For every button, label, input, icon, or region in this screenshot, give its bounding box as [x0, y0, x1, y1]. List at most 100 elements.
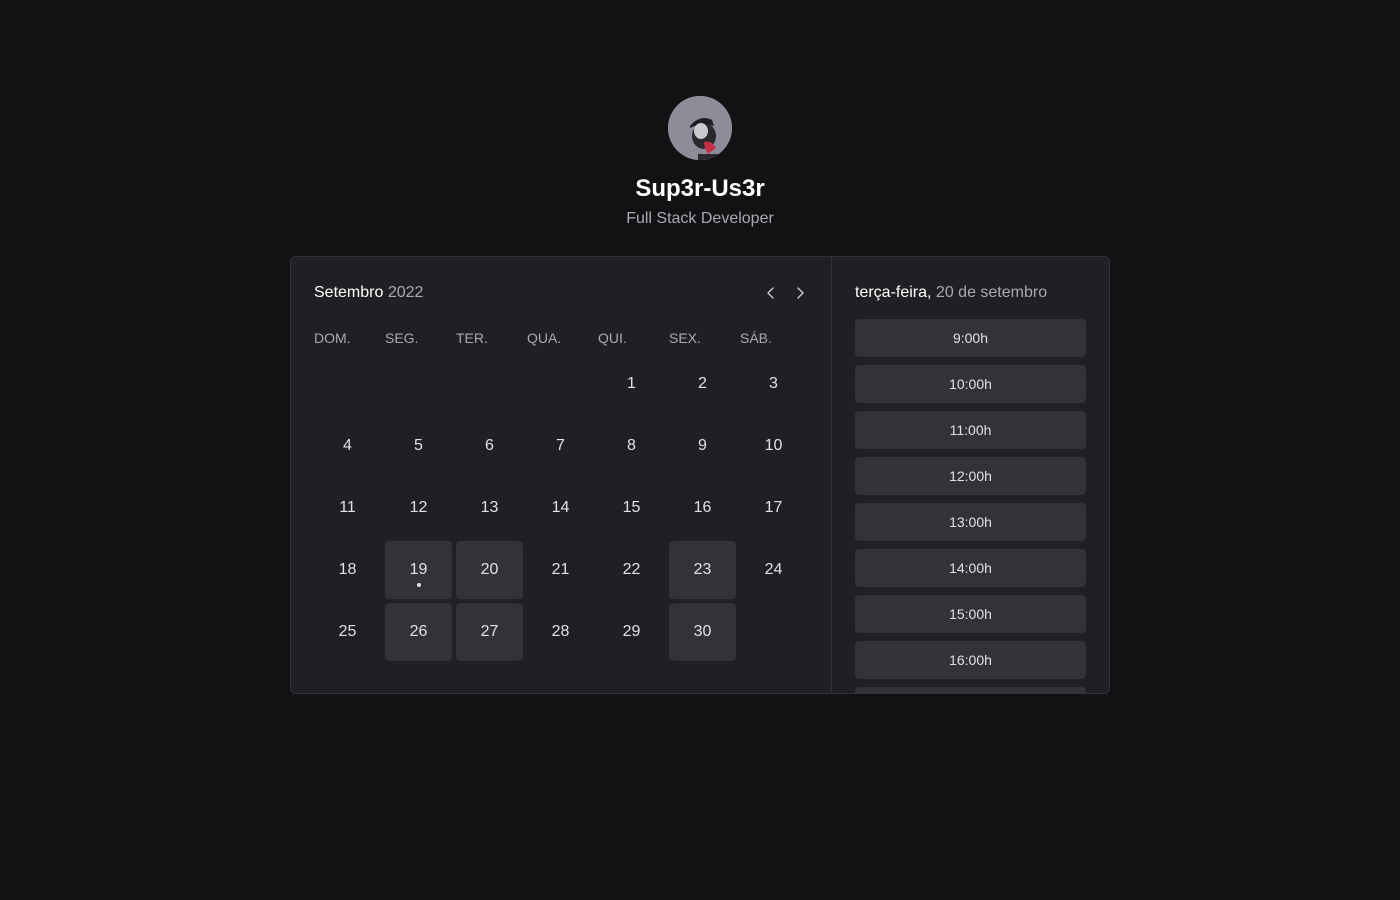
calendar-day: 28 [527, 603, 594, 661]
day-number: 13 [480, 499, 499, 516]
calendar-day: 22 [598, 541, 665, 599]
calendar-cell: 20 [456, 541, 523, 599]
time-slot-button[interactable]: 15:00h [855, 595, 1086, 633]
user-name: Sup3r-Us3r [635, 175, 765, 202]
calendar-day: 12 [385, 479, 452, 537]
calendar-cell-empty [527, 355, 594, 413]
calendar-week: 4 5 6 7 8 9 10 [314, 417, 807, 475]
day-number: 17 [764, 499, 783, 516]
day-number: 4 [343, 437, 352, 454]
calendar-day: 2 [669, 355, 736, 413]
calendar-cell: 16 [669, 479, 736, 537]
day-number: 16 [693, 499, 712, 516]
calendar-day: 17 [740, 479, 807, 537]
day-number: 8 [627, 437, 636, 454]
day-number: 29 [622, 623, 641, 640]
calendar-day: 4 [314, 417, 381, 475]
time-slot-button[interactable]: 10:00h [855, 365, 1086, 403]
scheduler-panel: Setembro 2022 DOM. SEG. TER. QUA. QUI. SEX. SÁ [290, 256, 1110, 694]
calendar-day: 14 [527, 479, 594, 537]
calendar-day-available[interactable]: 30 [669, 603, 736, 661]
day-number: 3 [769, 375, 778, 392]
calendar-cell: 30 [669, 603, 736, 661]
calendar-week: 25 26 27 28 29 30 [314, 603, 807, 661]
calendar-day-available[interactable]: 20 [456, 541, 523, 599]
day-number: 25 [338, 623, 357, 640]
calendar-cell: 17 [740, 479, 807, 537]
calendar-cell: 15 [598, 479, 665, 537]
calendar-day: 18 [314, 541, 381, 599]
weekday-label: QUA. [527, 330, 562, 346]
time-slot-list: 9:00h 10:00h 11:00h 12:00h 13:00h 14:00h 15:00… [855, 319, 1086, 693]
calendar-cell: 8 [598, 417, 665, 475]
calendar-cell: 18 [314, 541, 381, 599]
calendar-day: 24 [740, 541, 807, 599]
calendar-day-available[interactable]: 27 [456, 603, 523, 661]
day-number: 23 [693, 561, 712, 578]
day-number: 12 [409, 499, 428, 516]
calendar-day: 7 [527, 417, 594, 475]
weekday-label: TER. [456, 330, 488, 346]
day-number: 14 [551, 499, 570, 516]
calendar-day: 13 [456, 479, 523, 537]
calendar-day-available[interactable]: 23 [669, 541, 736, 599]
calendar-cell-empty [740, 603, 807, 661]
calendar-week: 11 12 13 14 15 16 17 [314, 479, 807, 537]
calendar-cell: 9 [669, 417, 736, 475]
day-number: 7 [556, 437, 565, 454]
calendar-cell: 26 [385, 603, 452, 661]
calendar-cell: 3 [740, 355, 807, 413]
day-number: 10 [764, 437, 783, 454]
day-number: 21 [551, 561, 570, 578]
calendar-weeks: 1 2 3 4 5 6 7 8 9 10 11 12 13 14 15 16 17 18 19 20 21 22 23 24 2… [314, 355, 807, 661]
calendar-day: 8 [598, 417, 665, 475]
calendar-day: 25 [314, 603, 381, 661]
day-number: 27 [480, 623, 499, 640]
calendar-cell: 19 [385, 541, 452, 599]
calendar-day: 16 [669, 479, 736, 537]
day-number: 15 [622, 499, 641, 516]
today-indicator-dot [416, 583, 421, 587]
time-slot-button[interactable] [855, 687, 1086, 693]
calendar-cell-empty [385, 355, 452, 413]
selected-weekday: terça-feira, [855, 284, 932, 301]
day-number: 18 [338, 561, 357, 578]
time-slot-button[interactable]: 13:00h [855, 503, 1086, 541]
day-number: 30 [693, 623, 712, 640]
time-slot-button[interactable]: 14:00h [855, 549, 1086, 587]
previous-month-button[interactable] [762, 281, 779, 305]
calendar-day: 29 [598, 603, 665, 661]
calendar-cell: 5 [385, 417, 452, 475]
day-number: 22 [622, 561, 641, 578]
day-number: 9 [698, 437, 707, 454]
calendar-day: 11 [314, 479, 381, 537]
day-number: 28 [551, 623, 570, 640]
calendar-day-available[interactable]: 26 [385, 603, 452, 661]
calendar-cell: 7 [527, 417, 594, 475]
calendar: Setembro 2022 DOM. SEG. TER. QUA. QUI. SEX. SÁ [291, 257, 831, 693]
time-slot-button[interactable]: 16:00h [855, 641, 1086, 679]
calendar-month: Setembro [314, 284, 384, 301]
time-slot-button[interactable]: 11:00h [855, 411, 1086, 449]
calendar-day: 10 [740, 417, 807, 475]
time-slot-button[interactable]: 9:00h [855, 319, 1086, 357]
calendar-grid: DOM. SEG. TER. QUA. QUI. SEX. SÁB. 1 2 3 4 5 6 7 8 9 10… [310, 321, 811, 665]
day-number: 2 [698, 375, 707, 392]
calendar-cell: 12 [385, 479, 452, 537]
calendar-year: 2022 [387, 284, 424, 301]
weekday-row: DOM. SEG. TER. QUA. QUI. SEX. SÁB. [314, 325, 807, 351]
time-slot-button[interactable]: 12:00h [855, 457, 1086, 495]
calendar-cell: 28 [527, 603, 594, 661]
calendar-day: 21 [527, 541, 594, 599]
day-number: 11 [339, 499, 356, 516]
next-month-button[interactable] [791, 281, 808, 305]
calendar-cell: 22 [598, 541, 665, 599]
selected-date-header: terça-feira, 20 de setembro [855, 281, 1086, 305]
calendar-cell: 2 [669, 355, 736, 413]
chevron-right-icon [796, 287, 804, 299]
calendar-day: 5 [385, 417, 452, 475]
weekday-label: DOM. [314, 330, 351, 346]
calendar-day-available[interactable]: 19 [385, 541, 452, 599]
calendar-day: 3 [740, 355, 807, 413]
calendar-cell: 25 [314, 603, 381, 661]
